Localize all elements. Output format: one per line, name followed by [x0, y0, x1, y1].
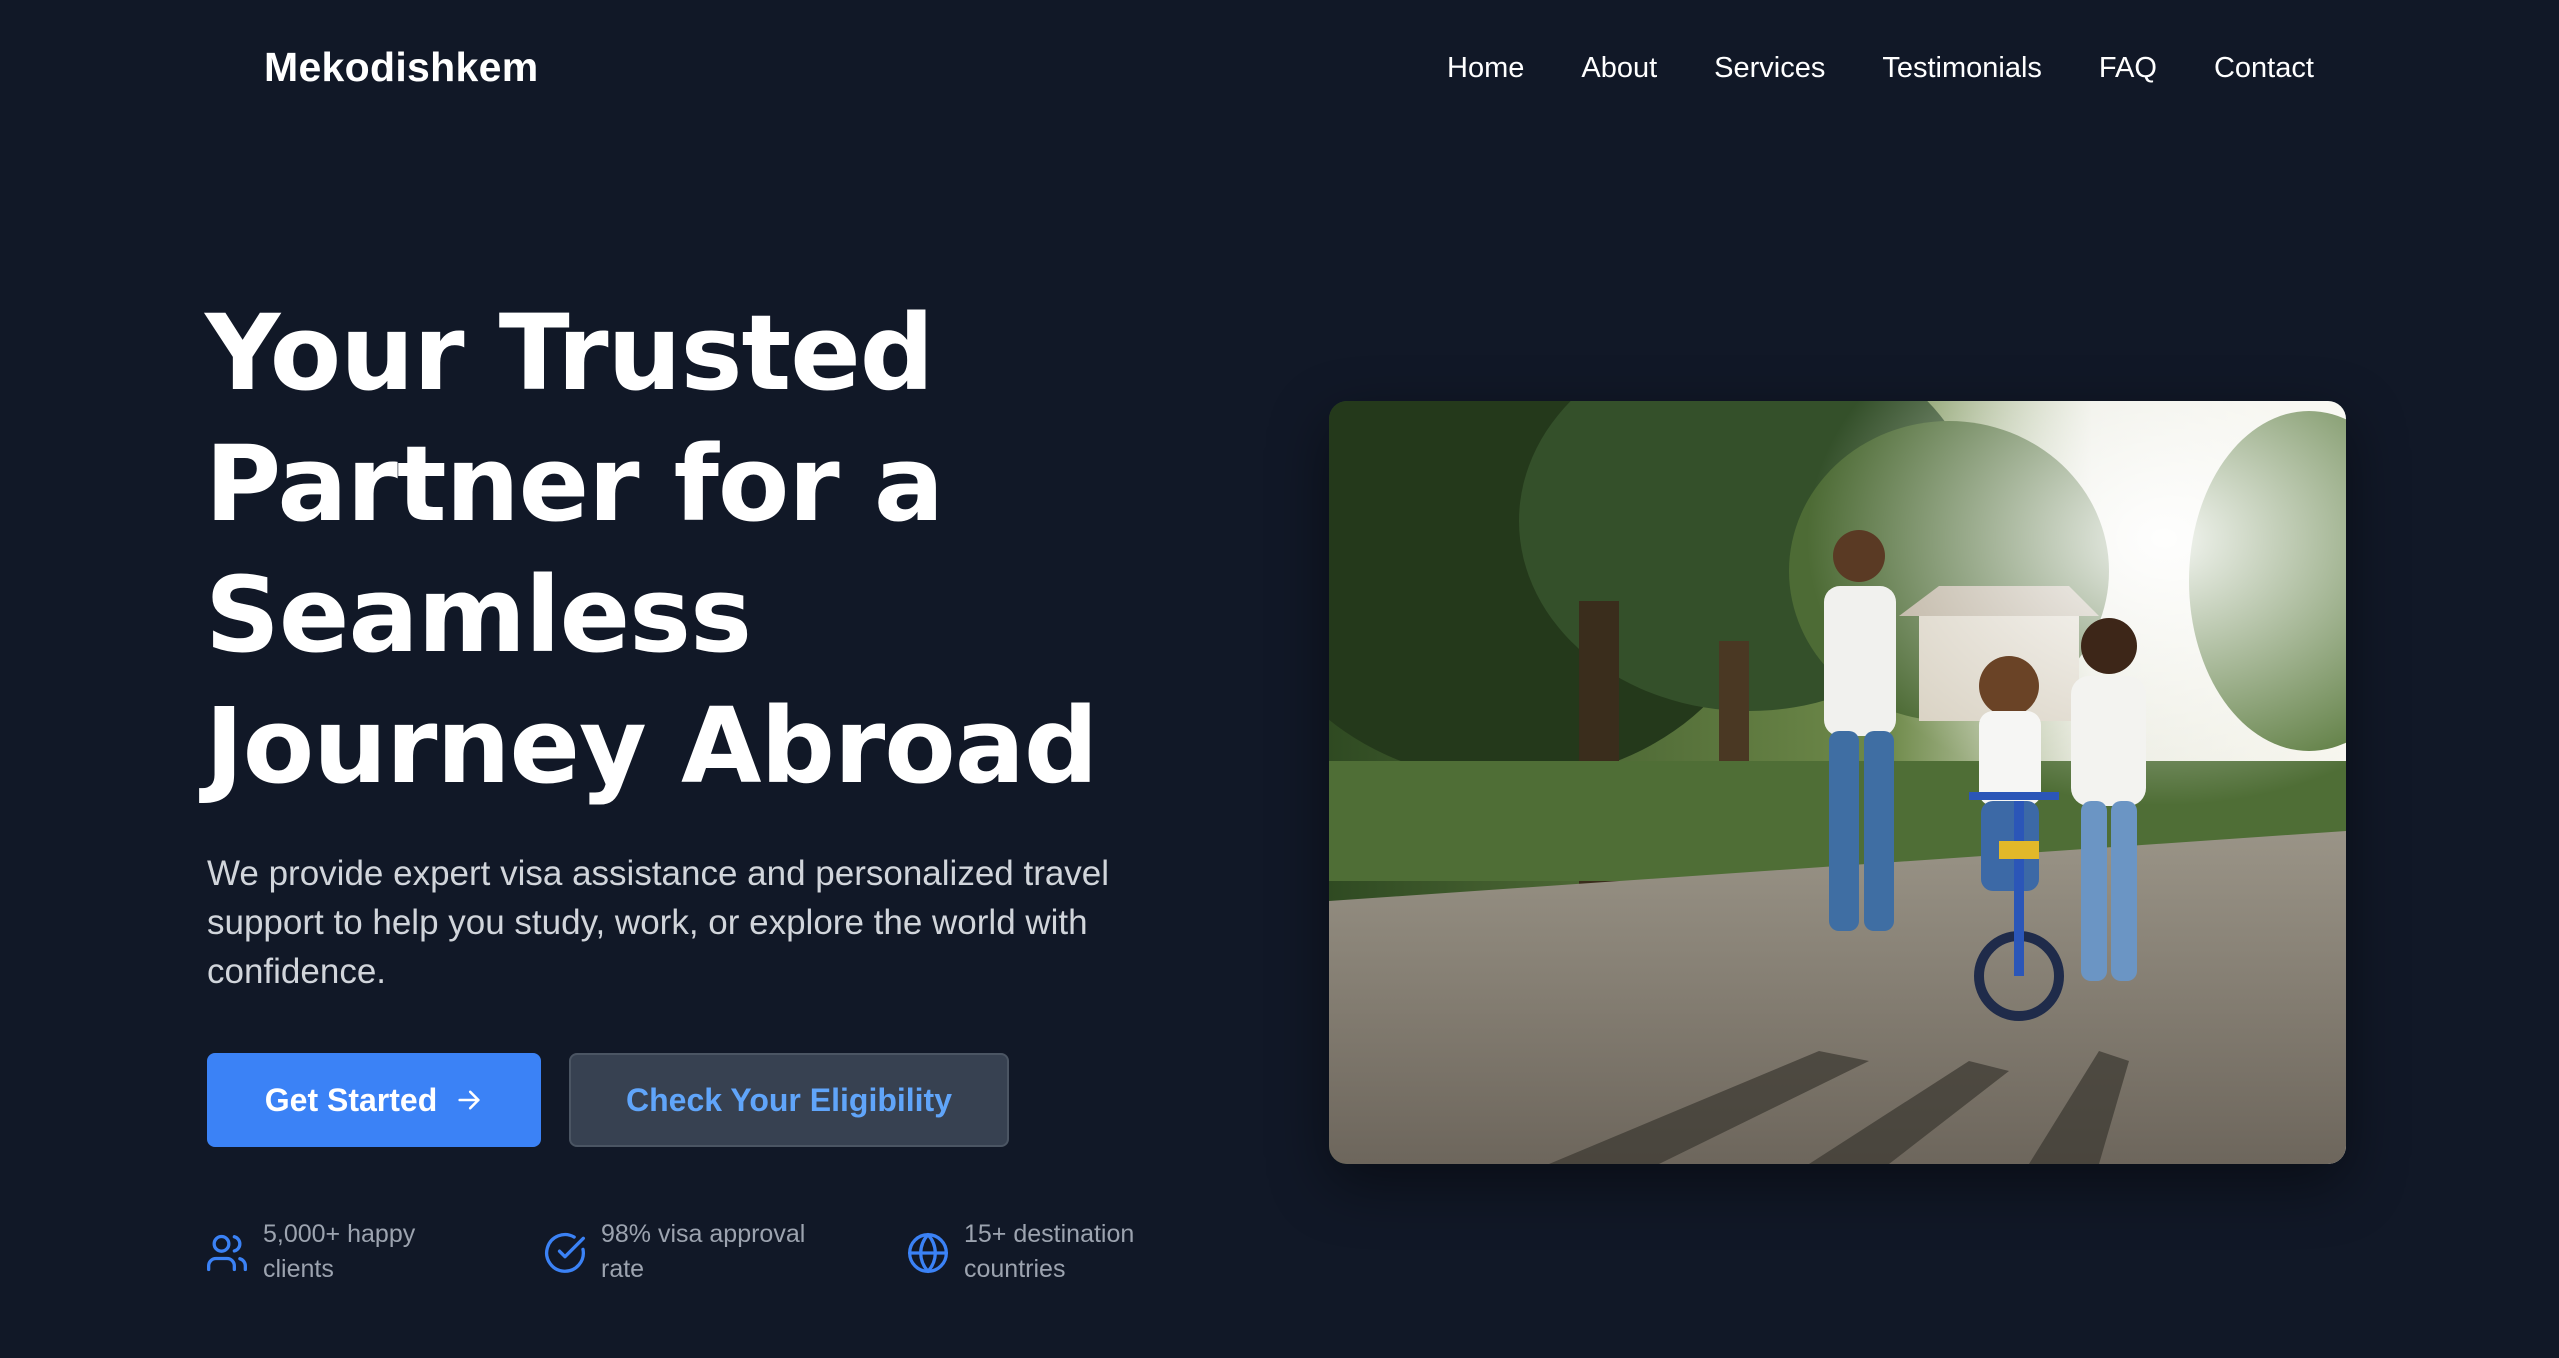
hero-title-line: Partner for a	[205, 423, 944, 545]
nav-link-faq[interactable]: FAQ	[2099, 52, 2157, 85]
nav-link-home[interactable]: Home	[1447, 52, 1524, 85]
nav-links: Home About Services Testimonials FAQ Con…	[1447, 52, 2314, 85]
hero-title-line: Your Trusted	[205, 292, 934, 414]
stat-countries: 15+ destination countries	[906, 1217, 1174, 1287]
check-circle-icon	[543, 1231, 587, 1275]
hero-title: Your Trusted Partner for a Seamless Jour…	[205, 288, 1205, 812]
arrow-right-icon	[455, 1086, 483, 1114]
stat-approval: 98% visa approval rate	[543, 1217, 841, 1287]
check-eligibility-button[interactable]: Check Your Eligibility	[569, 1053, 1009, 1147]
nav-link-about[interactable]: About	[1581, 52, 1657, 85]
stat-label: 15+ destination countries	[964, 1220, 1135, 1283]
brand-logo[interactable]: Mekodishkem	[264, 44, 538, 91]
stat-label: 5,000+ happy clients	[263, 1220, 416, 1283]
hero-subtitle: We provide expert visa assistance and pe…	[207, 854, 1110, 991]
hero-title-line: Journey Abroad	[205, 685, 1098, 807]
hero-title-line: Seamless	[205, 554, 752, 676]
get-started-label: Get Started	[264, 1081, 438, 1118]
stat-clients: 5,000+ happy clients	[205, 1217, 443, 1287]
top-nav: Mekodishkem Home About Services Testimon…	[0, 0, 2559, 140]
stat-label: 98% visa approval rate	[601, 1220, 806, 1283]
check-eligibility-label: Check Your Eligibility	[626, 1081, 952, 1118]
hero-family-bicycle-image	[1329, 401, 2346, 1164]
get-started-button[interactable]: Get Started	[207, 1053, 541, 1147]
users-icon	[205, 1231, 249, 1275]
nav-link-testimonials[interactable]: Testimonials	[1882, 52, 2042, 85]
nav-link-services[interactable]: Services	[1714, 52, 1825, 85]
globe-icon	[906, 1231, 950, 1275]
nav-link-contact[interactable]: Contact	[2214, 52, 2314, 85]
